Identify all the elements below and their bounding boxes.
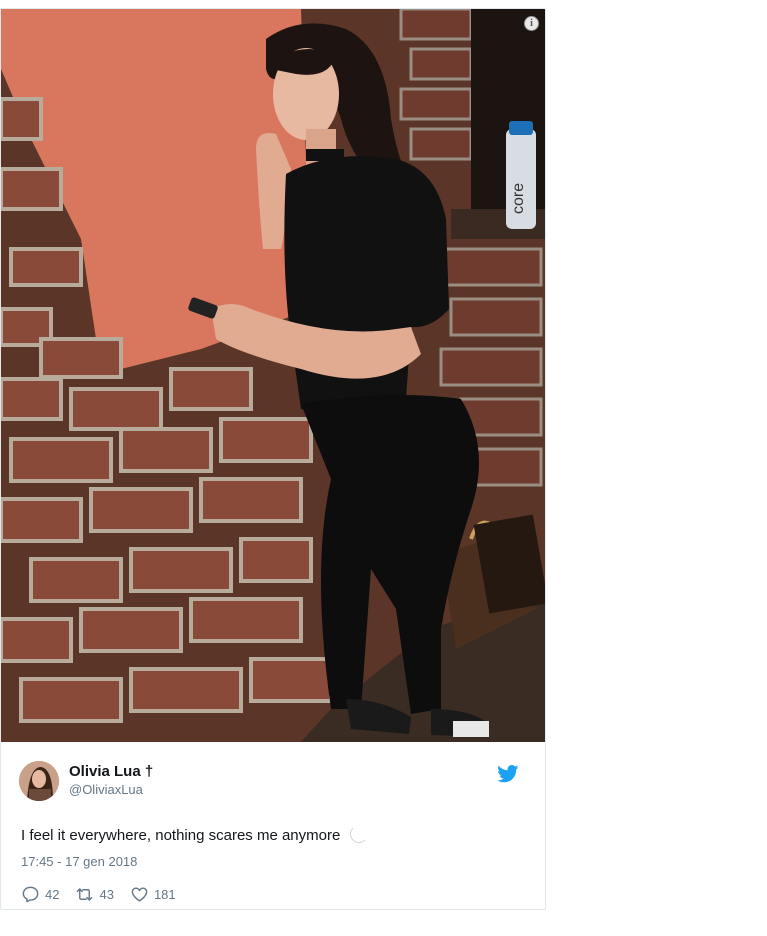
twitter-bird-icon[interactable] xyxy=(497,765,519,783)
tweet-author: Olivia Lua † @OliviaxLua xyxy=(19,761,519,801)
retweet-count: 43 xyxy=(99,886,114,902)
reply-count: 42 xyxy=(45,886,60,902)
tweet-text: I feel it everywhere, nothing scares me … xyxy=(21,826,369,844)
reply-icon xyxy=(22,886,39,902)
reply-button[interactable]: 42 xyxy=(21,885,59,904)
photo-illustration: core xyxy=(1,9,545,742)
like-button[interactable]: 181 xyxy=(130,885,176,904)
retweet-icon xyxy=(77,887,93,901)
tweet-body: I feel it everywhere, nothing scares me … xyxy=(21,827,341,844)
tweet-timestamp[interactable]: 17:45 - 17 gen 2018 xyxy=(21,854,137,869)
info-icon[interactable]: i xyxy=(524,16,539,31)
retweet-button[interactable]: 43 xyxy=(75,885,114,904)
heart-icon xyxy=(131,886,148,902)
user-handle[interactable]: @OliviaxLua xyxy=(69,781,153,799)
tweet-actions: 42 43 181 xyxy=(21,883,176,905)
bottle-label: core xyxy=(510,183,527,214)
display-name[interactable]: Olivia Lua † xyxy=(69,763,153,781)
avatar-image xyxy=(19,761,59,801)
avatar[interactable] xyxy=(19,761,59,801)
like-count: 181 xyxy=(153,886,176,902)
embedded-tweet-card: core i Olivia Lua † @OliviaxLua I feel i… xyxy=(0,8,546,910)
crescent-moon-icon xyxy=(349,827,365,843)
tweet-photo[interactable]: core i xyxy=(1,9,545,742)
author-names[interactable]: Olivia Lua † @OliviaxLua xyxy=(69,763,153,799)
